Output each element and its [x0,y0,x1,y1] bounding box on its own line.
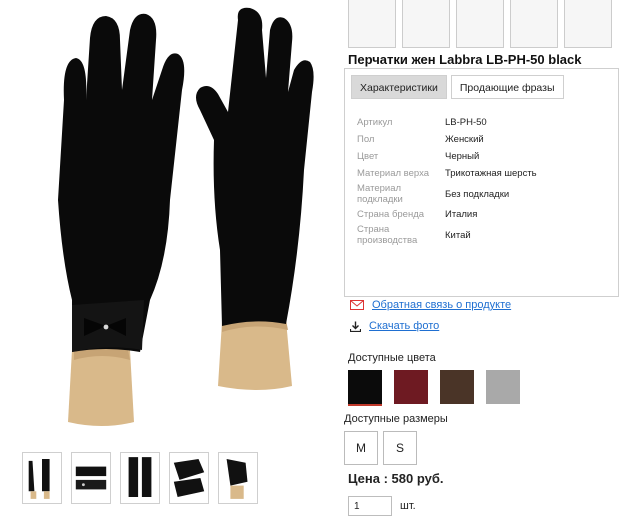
spec-value: Италия [445,209,478,220]
spec-row: Материал верха Трикотажная шерсть [357,166,612,181]
spec-label: Страна бренда [357,209,425,220]
spec-value: LB-PH-50 [445,117,487,128]
download-icon [350,321,361,332]
spec-value: Без подкладки [445,188,510,200]
top-box[interactable] [510,0,558,48]
feedback-link-row: Обратная связь о продукте [350,299,511,311]
quantity-row: шт. [348,496,416,516]
spec-label: Материал верха [357,168,430,179]
thumbnail-5[interactable] [218,452,258,504]
spec-value: Трикотажная шерсть [445,168,537,179]
quantity-input[interactable] [348,496,392,516]
spec-value: Женский [445,134,484,145]
available-colors-label: Доступные цвета [348,352,436,364]
spec-label: Страна производства [357,224,418,246]
spec-row: Пол Женский [357,132,612,147]
available-sizes-label: Доступные размеры [344,413,448,425]
thumbnail-1[interactable] [22,452,62,504]
price: Цена : 580 руб. [348,471,444,486]
download-link-row: Скачать фото [350,320,439,332]
spec-table: Артикул LB-PH-50 Пол Женский Цвет Черный… [357,115,612,248]
product-info-panel: Характеристики Продающие фразы Артикул L… [344,68,619,297]
thumbnail-strip [22,452,258,504]
top-box[interactable] [564,0,612,48]
spec-value: Черный [445,151,480,162]
spec-row: Материал подкладки Без подкладки [357,183,612,205]
tab-selling-phrases[interactable]: Продающие фразы [450,75,564,99]
info-tabs: Характеристики Продающие фразы [351,75,564,99]
color-swatch-burgundy[interactable] [394,370,428,404]
spec-row: Страна бренда Италия [357,207,612,222]
download-photo-link[interactable]: Скачать фото [369,320,439,332]
spec-row: Артикул LB-PH-50 [357,115,612,130]
spec-label: Пол [357,134,375,145]
top-box[interactable] [456,0,504,48]
thumbnail-3[interactable] [120,452,160,504]
spec-value: Китай [445,229,471,241]
product-title: Перчатки жен Labbra LB-PH-50 black [348,52,582,67]
color-swatches [348,370,520,404]
spec-label: Материал подкладки [357,183,403,205]
main-product-image[interactable] [22,0,340,440]
top-box[interactable] [348,0,396,48]
product-photo-gloves [58,7,314,426]
top-thumbnail-row [348,0,612,48]
quantity-unit: шт. [400,500,416,512]
color-swatch-brown[interactable] [440,370,474,404]
thumbnail-2[interactable] [71,452,111,504]
spec-label: Артикул [357,117,393,128]
top-box[interactable] [402,0,450,48]
color-swatch-black[interactable] [348,370,382,404]
feedback-link[interactable]: Обратная связь о продукте [372,299,511,311]
thumbnail-4[interactable] [169,452,209,504]
tab-characteristics[interactable]: Характеристики [351,75,447,99]
size-button-s[interactable]: S [383,431,417,465]
size-button-m[interactable]: M [344,431,378,465]
spec-row: Страна производства Китай [357,224,612,246]
spec-label: Цвет [357,151,379,162]
mail-icon [350,300,364,310]
color-swatch-grey[interactable] [486,370,520,404]
size-options: M S [344,431,417,465]
spec-row: Цвет Черный [357,149,612,164]
